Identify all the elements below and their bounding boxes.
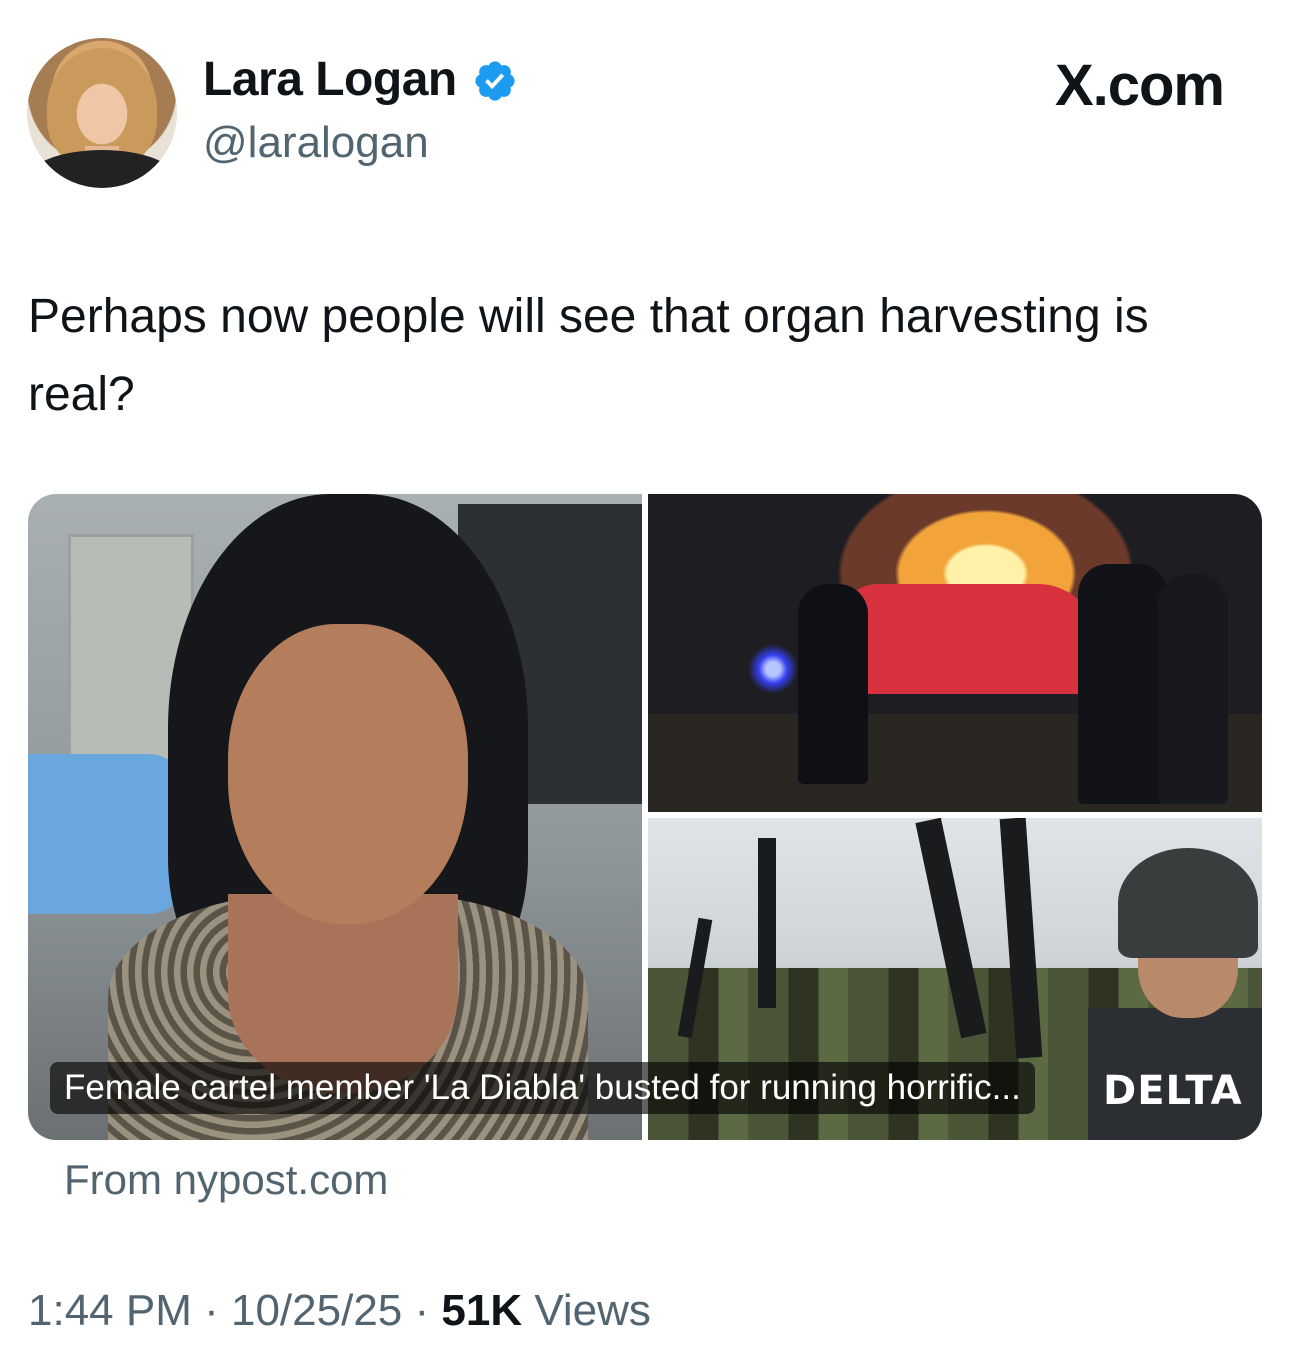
photo-police-light [748,644,798,694]
link-card-caption[interactable]: Female cartel member 'La Diabla' busted … [50,1062,1035,1114]
views-label: Views [522,1286,651,1335]
meta-separator: · [402,1286,442,1335]
author-handle[interactable]: @laralogan [203,118,429,168]
brand-watermark: X.com [1054,53,1225,118]
photo-figure [1078,564,1168,804]
avatar-jacket [27,150,177,188]
photo-delta-badge: DELTA [1103,1068,1243,1114]
photo-rifle [758,838,776,1008]
link-card-media[interactable]: DELTA Female cartel member 'La Diabla' b… [28,494,1262,1140]
photo-face [228,624,468,924]
photo-woman [28,494,642,1140]
tweet-time[interactable]: 1:44 PM [28,1286,192,1335]
tweet-date[interactable]: 10/25/25 [231,1286,402,1335]
tweet-meta: 1:44 PM · 10/25/25 · 51K Views [28,1286,651,1336]
meta-separator: · [191,1286,231,1335]
photo-figure [798,584,868,784]
author-name[interactable]: Lara Logan [203,52,457,107]
photo-car [838,584,1098,694]
verified-badge-icon [475,61,515,101]
author-avatar[interactable] [27,38,177,188]
photo-figure [1158,574,1228,804]
views-count: 51K [441,1286,523,1335]
photo-blue-fabric [28,754,188,914]
photo-burning-car [648,494,1262,812]
tweet-text: Perhaps now people will see that organ h… [28,290,1149,421]
link-source[interactable]: From nypost.com [64,1156,388,1204]
photo-helmet [1118,848,1258,958]
